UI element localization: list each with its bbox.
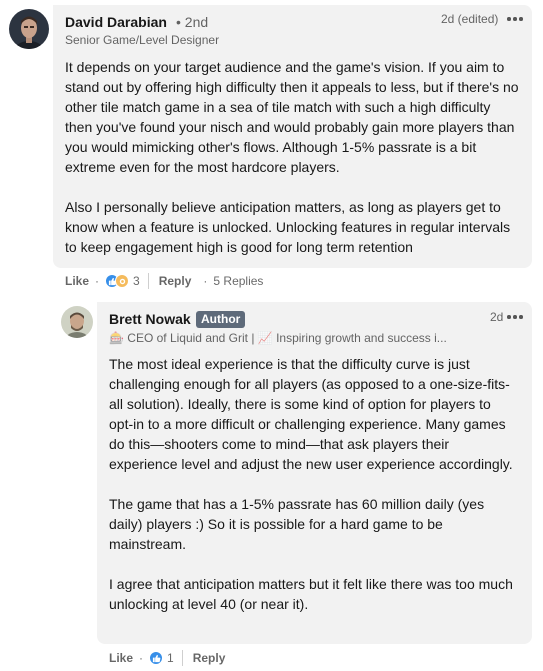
comment-timestamp: 2d (edited): [441, 12, 499, 26]
connection-degree: • 2nd: [176, 14, 209, 30]
reactions-summary[interactable]: 3: [105, 274, 140, 288]
more-options-icon[interactable]: [505, 311, 525, 323]
reply-text: The most ideal experience is that the di…: [109, 354, 517, 614]
reactions-summary[interactable]: 1: [149, 651, 174, 665]
commenter-name[interactable]: David Darabian: [65, 14, 167, 30]
separator-dot: ·: [139, 651, 144, 665]
reaction-count: 1: [167, 651, 174, 665]
reply-button[interactable]: Reply: [159, 274, 192, 288]
reply-author-name[interactable]: Brett Nowak: [109, 311, 191, 327]
reply-author-headline: 🎰 CEO of Liquid and Grit | 📈 Inspiring g…: [109, 331, 447, 345]
like-reaction-icon: [149, 651, 164, 665]
divider: [181, 650, 183, 666]
reply-paragraph: The most ideal experience is that the di…: [109, 356, 513, 472]
divider: [147, 273, 149, 289]
comment-text: It depends on your target audience and t…: [65, 57, 520, 257]
like-button[interactable]: Like: [109, 651, 133, 665]
reply-actions: Like · 1 Reply: [109, 649, 225, 667]
avatar[interactable]: [9, 9, 49, 49]
like-button[interactable]: Like: [65, 274, 89, 288]
reply-timestamp: 2d: [490, 310, 504, 324]
reply-paragraph: I agree that anticipation matters but it…: [109, 576, 513, 612]
separator-dot: ·: [203, 274, 208, 288]
reply-profile-photo: [61, 306, 93, 338]
commenter-headline: Senior Game/Level Designer: [65, 33, 220, 47]
author-badge: Author: [196, 311, 246, 328]
more-options-icon[interactable]: [505, 13, 525, 25]
profile-photo: [9, 9, 49, 49]
replies-count-link[interactable]: 5 Replies: [213, 274, 263, 288]
celebrate-reaction-icon: [115, 274, 130, 288]
comment-paragraph: It depends on your target audience and t…: [65, 59, 519, 175]
separator-dot: ·: [95, 274, 100, 288]
comment-actions: Like · 3 Reply · 5 Replies: [65, 272, 263, 290]
reaction-count: 3: [133, 274, 140, 288]
comment-paragraph: Also I personally believe anticipation m…: [65, 199, 511, 255]
reply-avatar[interactable]: [61, 306, 93, 338]
reply-paragraph: The game that has a 1-5% passrate has 60…: [109, 496, 485, 552]
reply-button[interactable]: Reply: [193, 651, 226, 665]
